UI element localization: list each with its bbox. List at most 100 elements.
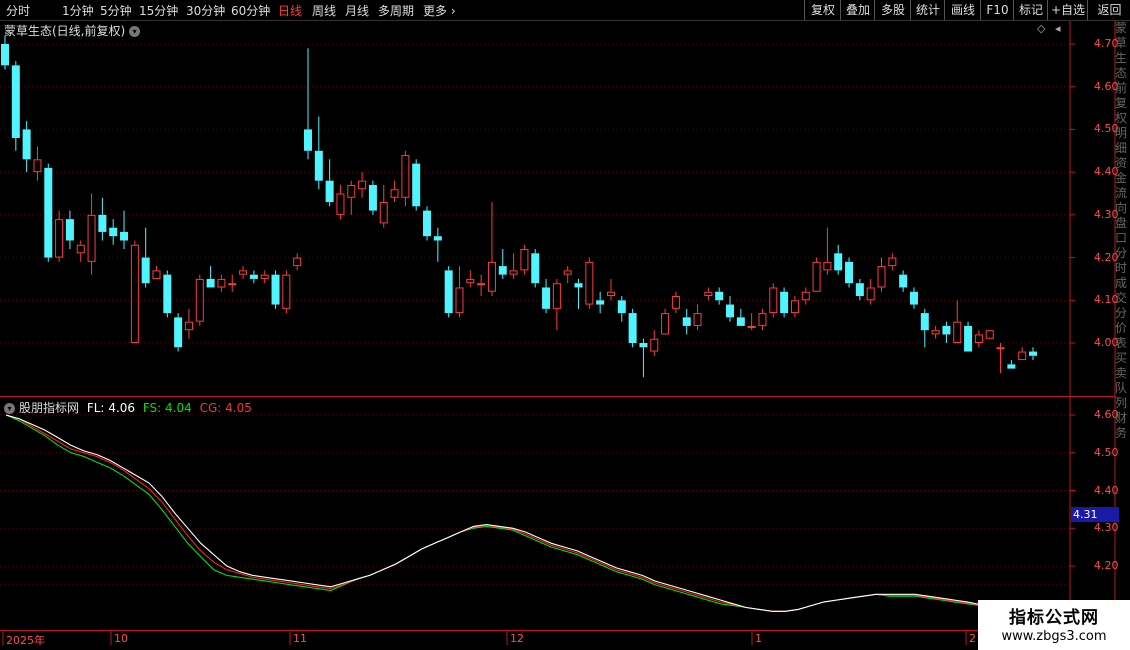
cg-value: 4.05 [225, 401, 252, 415]
candle-body [282, 274, 291, 309]
candle-body [477, 283, 486, 286]
candle [249, 270, 258, 284]
chevron-down-icon[interactable]: ▾ [129, 26, 141, 37]
candle [877, 257, 886, 292]
candle [574, 278, 583, 309]
candle [401, 150, 410, 207]
candle [780, 287, 789, 318]
right-side-panel[interactable]: 蒙草生态前复权明细资金流向盘口分时成交分价表买卖队列财务 [1115, 21, 1130, 629]
watermark-title: 指标公式网 [1009, 608, 1099, 628]
cg-line [5, 414, 981, 612]
candle [44, 163, 53, 262]
candle [1, 35, 9, 70]
candle [498, 249, 507, 279]
candle-body [141, 257, 150, 284]
candle [520, 244, 529, 275]
candle-body [682, 317, 691, 326]
date-tick-label: 10 [114, 632, 128, 645]
candle [747, 313, 756, 331]
candle-body [152, 270, 161, 279]
candle [1007, 360, 1016, 369]
candle-body [239, 270, 248, 275]
candle-body [985, 330, 994, 339]
candle-body [412, 163, 421, 207]
candle-body [76, 244, 85, 254]
candle-body [520, 249, 529, 271]
candle [347, 180, 356, 215]
candle-body [260, 274, 269, 279]
candle [974, 330, 983, 348]
candle-body [628, 313, 637, 343]
candle [11, 61, 20, 151]
candle [704, 287, 713, 301]
current-price-tag: 4.31 [1071, 507, 1119, 522]
fs-value: 4.04 [165, 401, 192, 415]
candle [109, 219, 118, 245]
candle [823, 227, 832, 275]
candle [996, 343, 1005, 373]
candle-body [368, 184, 377, 211]
candle-body [455, 287, 464, 314]
candle [314, 116, 323, 190]
candle-body [1029, 351, 1037, 356]
candle [120, 210, 129, 250]
candle [217, 274, 226, 292]
candle-body [953, 321, 962, 343]
candle-body [184, 321, 193, 331]
chevron-down-icon[interactable]: ▾ [4, 403, 15, 414]
candle [953, 300, 962, 343]
candle-body [899, 274, 908, 288]
diamond-icon[interactable]: ◇ [1037, 22, 1045, 35]
candle-body [22, 129, 31, 160]
candle [585, 257, 594, 309]
candle [790, 296, 799, 318]
indicator-title-bar: ▾ 股朋指标网 FL: 4.06 FS: 4.04 CG: 4.05 [4, 399, 252, 416]
candle [163, 270, 172, 318]
candle-body [98, 214, 107, 232]
candle [303, 48, 312, 160]
candle-body [552, 283, 561, 309]
candle [628, 308, 637, 348]
candle-body [303, 129, 312, 151]
candle-body [314, 150, 323, 181]
candle [455, 266, 464, 318]
candle-body [87, 214, 96, 262]
stock-title-bar: 蒙草生态(日线,前复权) ▾ [4, 22, 141, 39]
candle-body [834, 253, 843, 271]
candle-body [888, 257, 897, 267]
candle-body [174, 317, 183, 348]
candle [477, 274, 486, 297]
candle-body [487, 261, 496, 292]
candle-body [1, 44, 9, 66]
candle-body [206, 278, 215, 288]
date-tick-label: 12 [510, 632, 524, 645]
watermark-url: www.zbgs3.com [1001, 629, 1107, 644]
candle [931, 325, 940, 339]
candle-body [920, 313, 929, 331]
candle-body [325, 180, 334, 203]
candle-body [650, 338, 659, 352]
candle [444, 266, 453, 318]
candle [563, 266, 572, 284]
candle-body [293, 257, 302, 267]
candle-body [531, 253, 540, 284]
candle [801, 287, 810, 305]
date-tick-label: 1 [755, 632, 762, 645]
candle-body [617, 300, 626, 314]
candle [184, 308, 193, 339]
chevron-left-icon[interactable]: ◂ [1055, 22, 1061, 35]
candle-body [466, 278, 475, 284]
candle [671, 291, 680, 314]
stock-title: 蒙草生态(日线,前复权) [4, 24, 126, 38]
candle [325, 159, 334, 207]
candle [76, 240, 85, 262]
candle [358, 172, 367, 198]
fs-label: FS: [142, 401, 162, 415]
candle [909, 287, 918, 309]
candle [130, 240, 139, 343]
candle-body [639, 343, 648, 348]
candle-body [866, 287, 875, 301]
candle-body [433, 236, 442, 241]
candle-body [379, 202, 388, 224]
candle-body [401, 155, 410, 198]
